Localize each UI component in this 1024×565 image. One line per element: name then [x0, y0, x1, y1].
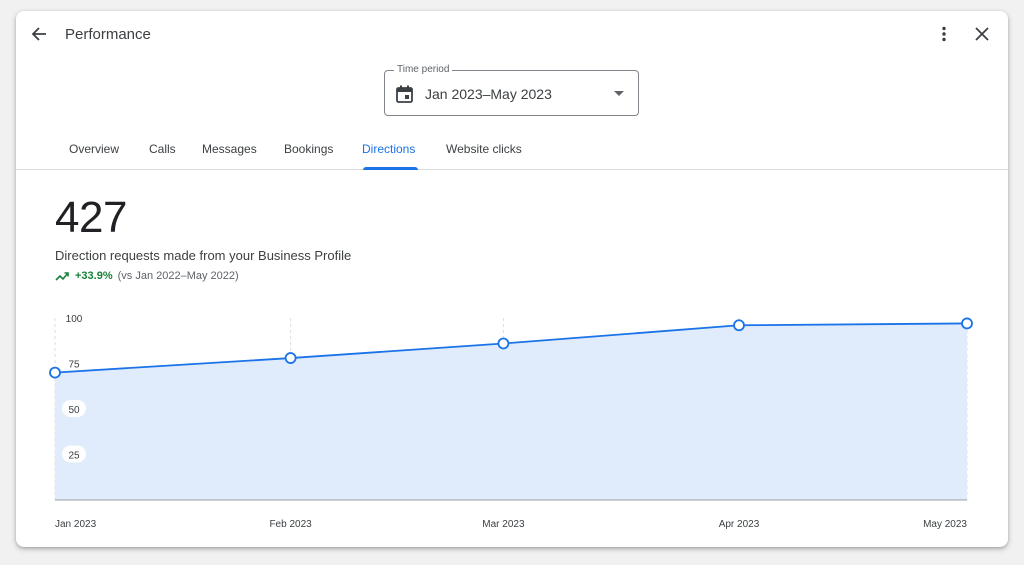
back-button[interactable] [27, 22, 51, 46]
data-point-2 [497, 337, 510, 350]
time-period-value: Jan 2023–May 2023 [425, 86, 552, 102]
metric-tabs: Overview Calls Messages Bookings Directi… [16, 131, 1008, 170]
y-tick-label: 75 [68, 360, 80, 371]
comparison-period: (vs Jan 2022–May 2022) [117, 270, 239, 282]
calendar-icon [396, 85, 413, 103]
data-point-1 [284, 352, 297, 364]
x-tick-label: Mar 2023 [482, 519, 525, 530]
data-point-3 [733, 319, 745, 332]
change-indicator: +33.9% (vs Jan 2022–May 2022) [55, 270, 239, 282]
tab-calls[interactable]: Calls [149, 142, 176, 156]
performance-dialog: Performance Time period Jan 2023–May 202… [16, 11, 1008, 547]
tab-overview[interactable]: Overview [69, 142, 119, 156]
trending-up-icon [55, 272, 69, 281]
more-options-button[interactable] [932, 22, 956, 46]
dropdown-arrow-icon [614, 91, 624, 96]
tab-website-clicks[interactable]: Website clicks [446, 142, 522, 156]
series-area [55, 323, 967, 500]
tab-directions[interactable]: Directions [362, 142, 415, 156]
y-tick-label: 25 [68, 451, 80, 462]
data-point-0 [49, 366, 61, 379]
dialog-title: Performance [65, 26, 151, 43]
tab-messages[interactable]: Messages [202, 142, 257, 156]
more-vert-icon [942, 26, 946, 42]
time-period-label: Time period [394, 64, 453, 75]
y-tick-label: 100 [66, 314, 83, 325]
x-tick-label: May 2023 [923, 519, 967, 530]
x-tick-label: Feb 2023 [269, 519, 312, 530]
dialog-header: Performance [16, 11, 1008, 57]
back-arrow-icon [31, 27, 46, 41]
tab-bookings[interactable]: Bookings [284, 142, 333, 156]
close-icon [975, 27, 989, 41]
time-period-select[interactable]: Time period Jan 2023–May 2023 [384, 64, 639, 116]
close-button[interactable] [970, 22, 994, 46]
x-tick-label: Jan 2023 [55, 519, 97, 530]
directions-chart: 25 50 75 100 Jan 2023 Feb 2023 Mar 2023 Apr 202… [49, 311, 973, 530]
active-tab-indicator [363, 167, 418, 170]
data-point-4 [961, 317, 973, 330]
change-percent: +33.9% [75, 270, 113, 282]
total-count: 427 [55, 193, 127, 242]
metric-description: Direction requests made from your Busine… [55, 248, 352, 263]
x-tick-label: Apr 2023 [719, 519, 760, 530]
y-tick-label: 50 [68, 405, 80, 416]
